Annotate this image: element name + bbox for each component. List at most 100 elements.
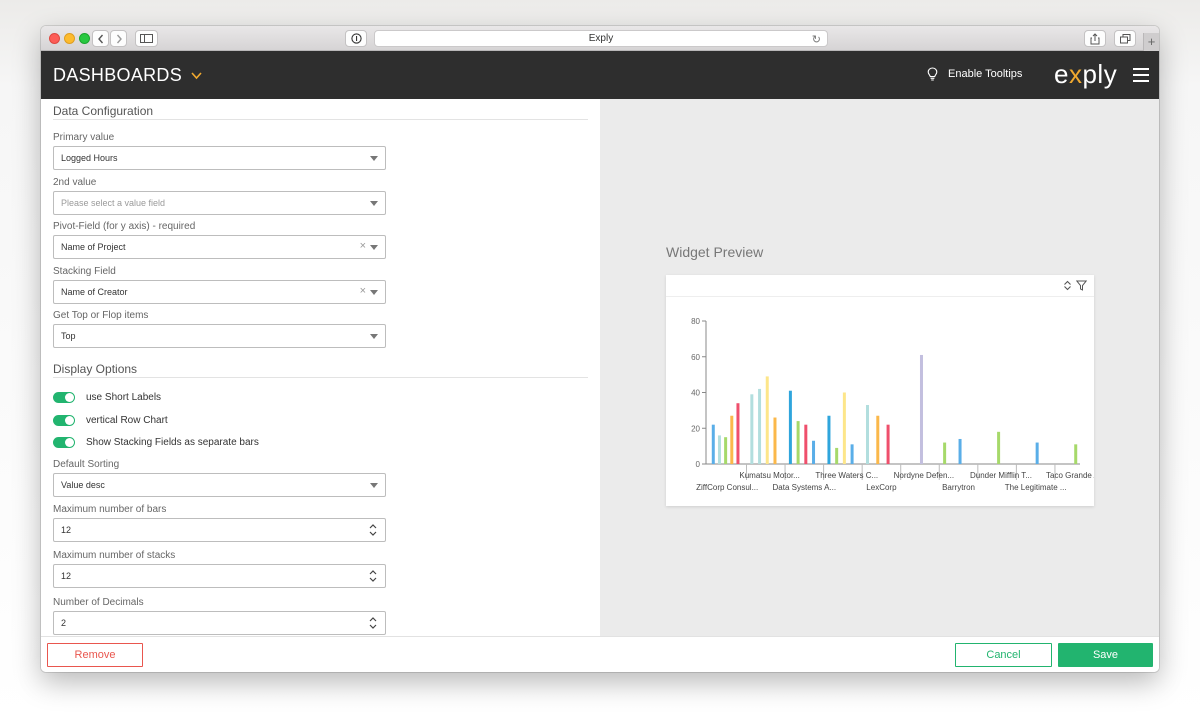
chart-bar xyxy=(1074,444,1078,464)
stacking-field-select[interactable]: Name of Creator × xyxy=(53,280,386,304)
exply-logo: exply xyxy=(1054,59,1118,89)
x-tick-label: Dunder Mifflin T... xyxy=(970,471,1032,480)
display-options-heading: Display Options xyxy=(53,362,138,376)
close-window-button[interactable] xyxy=(49,33,60,44)
second-value-select[interactable]: Please select a value field xyxy=(53,191,386,215)
dashboards-menu[interactable]: DASHBOARDS xyxy=(53,65,203,86)
second-value-label: 2nd value xyxy=(53,177,97,188)
save-button[interactable]: Save xyxy=(1058,643,1153,667)
y-tick-label: 80 xyxy=(691,317,700,326)
clear-icon[interactable]: × xyxy=(360,285,366,297)
stepper-icon[interactable] xyxy=(369,568,377,584)
x-tick-label: ZiffCorp Consul... xyxy=(696,483,758,492)
caret-down-icon xyxy=(370,245,378,250)
decimals-label: Number of Decimals xyxy=(53,597,144,608)
tabs-icon xyxy=(1119,33,1130,43)
default-sorting-text: Value desc xyxy=(61,480,105,490)
data-configuration-heading: Data Configuration xyxy=(53,104,154,118)
top-flop-label: Get Top or Flop items xyxy=(53,310,149,321)
new-tab-button[interactable]: + xyxy=(1143,33,1159,51)
bar-chart: 0 20 40 60 80 ZiffCorp Consul... Kumatsu Motor… xyxy=(691,317,1094,492)
chart-bar xyxy=(812,440,816,464)
stepper-icon[interactable] xyxy=(369,522,377,538)
max-stacks-input[interactable]: 12 xyxy=(53,564,386,588)
reload-icon[interactable]: ↻ xyxy=(812,33,821,46)
short-labels-toggle[interactable] xyxy=(53,392,75,403)
privacy-report-button[interactable] xyxy=(345,30,367,47)
share-button[interactable] xyxy=(1084,30,1106,47)
pivot-field-label: Pivot-Field (for y axis) - required xyxy=(53,221,196,232)
chart-bar xyxy=(1035,442,1039,464)
clear-icon[interactable]: × xyxy=(360,240,366,252)
primary-value-text: Logged Hours xyxy=(61,153,118,163)
separate-bars-toggle[interactable] xyxy=(53,437,75,448)
widget-preview-card: 0 20 40 60 80 ZiffCorp Consul... Kumatsu Motor… xyxy=(666,275,1094,506)
primary-value-select[interactable]: Logged Hours xyxy=(53,146,386,170)
y-tick-label: 40 xyxy=(691,389,700,398)
second-value-placeholder: Please select a value field xyxy=(61,198,166,208)
max-bars-input[interactable]: 12 xyxy=(53,518,386,542)
vertical-row-chart-toggle[interactable] xyxy=(53,415,75,426)
top-flop-select[interactable]: Top xyxy=(53,324,386,348)
enable-tooltips-toggle[interactable]: Enable Tooltips xyxy=(927,67,1022,81)
footer-bar: Remove Cancel Save xyxy=(41,636,1159,672)
caret-down-icon xyxy=(370,201,378,206)
chart-bar xyxy=(842,392,846,464)
vertical-row-chart-toggle-row[interactable]: vertical Row Chart xyxy=(53,415,168,426)
x-tick-label: The Legitimate ... xyxy=(1005,483,1067,492)
page-tab-title: Exply xyxy=(588,33,614,44)
address-bar[interactable]: Exply ↻ xyxy=(374,30,828,47)
max-bars-value: 12 xyxy=(61,525,72,535)
chart-bar xyxy=(730,415,734,464)
info-circle-icon xyxy=(350,33,362,44)
decimals-input[interactable]: 2 xyxy=(53,611,386,635)
chart-bar xyxy=(773,417,777,464)
hamburger-menu-icon[interactable] xyxy=(1133,68,1149,82)
caret-down-icon xyxy=(370,156,378,161)
x-tick-label: LexCorp xyxy=(866,483,897,492)
stacking-field-text: Name of Creator xyxy=(61,287,128,297)
x-tick-label: Barrytron xyxy=(942,483,975,492)
separate-bars-toggle-row[interactable]: Show Stacking Fields as separate bars xyxy=(53,437,259,448)
sidebar-toggle-button[interactable] xyxy=(135,30,158,47)
sidebar-icon xyxy=(140,34,153,43)
default-sorting-select[interactable]: Value desc xyxy=(53,473,386,497)
chart-bar xyxy=(958,438,962,464)
chart-bar xyxy=(788,390,792,464)
chart-bar xyxy=(804,424,808,464)
remove-button[interactable]: Remove xyxy=(47,643,143,667)
tabs-overview-button[interactable] xyxy=(1114,30,1136,47)
chart-bar xyxy=(796,421,800,464)
enable-tooltips-label: Enable Tooltips xyxy=(948,68,1023,80)
cancel-button[interactable]: Cancel xyxy=(955,643,1052,667)
lightbulb-icon xyxy=(927,67,938,81)
section-divider xyxy=(53,119,588,120)
chart-bar xyxy=(835,447,839,464)
x-tick-label: Taco Grande Ap... xyxy=(1046,471,1094,480)
primary-value-label: Primary value xyxy=(53,132,115,143)
share-icon xyxy=(1090,32,1100,44)
separate-bars-label: Show Stacking Fields as separate bars xyxy=(86,437,259,448)
max-stacks-label: Maximum number of stacks xyxy=(53,550,176,561)
minimize-window-button[interactable] xyxy=(64,33,75,44)
caret-down-icon xyxy=(370,334,378,339)
pivot-field-select[interactable]: Name of Project × xyxy=(53,235,386,259)
short-labels-label: use Short Labels xyxy=(86,392,162,403)
dashboards-title: DASHBOARDS xyxy=(53,65,183,85)
forward-button[interactable] xyxy=(110,30,127,47)
browser-window: Exply ↻ + DASHBOARDS Enable Tooltips exp… xyxy=(41,26,1159,672)
preview-panel: Widget Preview 0 20 40 60 80 ZiffCorp Consul.… xyxy=(600,99,1159,636)
chart-bar xyxy=(886,424,890,464)
app-header: DASHBOARDS Enable Tooltips exply xyxy=(41,51,1159,99)
stepper-icon[interactable] xyxy=(369,615,377,631)
back-button[interactable] xyxy=(92,30,109,47)
stacking-field-label: Stacking Field xyxy=(53,266,116,277)
maximize-window-button[interactable] xyxy=(79,33,90,44)
widget-preview-title: Widget Preview xyxy=(666,244,764,260)
chart-bar xyxy=(736,403,740,464)
chevron-left-icon xyxy=(97,34,103,43)
chart-bar xyxy=(765,376,769,464)
short-labels-toggle-row[interactable]: use Short Labels xyxy=(53,392,161,403)
chart-bar xyxy=(850,444,854,464)
chevron-down-icon xyxy=(191,72,202,80)
